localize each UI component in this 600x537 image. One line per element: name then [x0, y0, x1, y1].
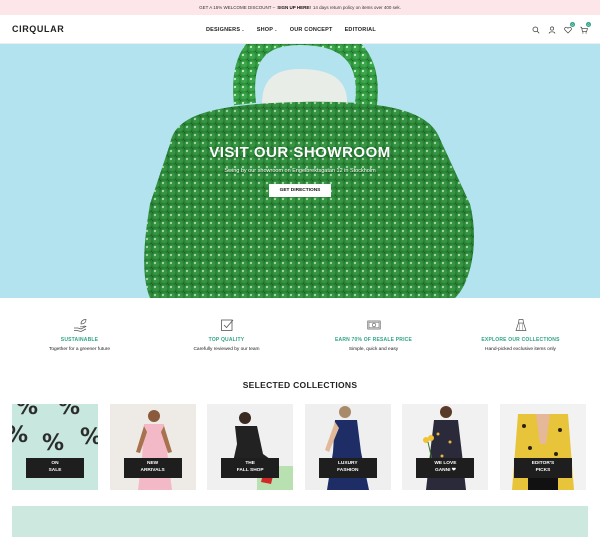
collection-card-sale[interactable]: %% %%% ON SALE [12, 404, 98, 490]
collection-label: NEW ARRIVALS [123, 458, 182, 478]
svg-text:%: % [80, 425, 98, 450]
hero-subtitle: Swing by our showroom on Engelbrektsgata… [224, 168, 376, 174]
nav-label: OUR CONCEPT [289, 26, 333, 33]
nav-item-designers[interactable]: DESIGNERS ⌄ [206, 27, 245, 33]
features-row: SUSTAINABLE Together for a greener futur… [0, 318, 600, 352]
announcement-bar: GET A 15% WELCOME DISCOUNT – SIGN UP HER… [0, 0, 600, 15]
svg-text:%: % [16, 404, 38, 420]
search-icon[interactable] [531, 25, 540, 34]
wishlist-count-badge: 0 [570, 22, 575, 27]
chevron-down-icon: ⌄ [241, 27, 245, 32]
nav-item-editorial[interactable]: EDITORIAL [345, 27, 376, 33]
feature-top-quality: TOP QUALITY Carefully reviewed by our te… [153, 318, 300, 352]
collections-grid: %% %%% ON SALE NEW ARRIVALS THE FALL SHO… [12, 404, 586, 490]
feature-explore: EXPLORE OUR COLLECTIONS Hand-picked excl… [447, 318, 594, 352]
collection-label: THE FALL SHOP [221, 458, 280, 478]
account-icon[interactable] [547, 25, 556, 34]
money-note-icon [366, 320, 381, 330]
header-actions: 0 0 [531, 15, 591, 44]
signup-link[interactable]: SIGN UP HERE! [277, 5, 311, 10]
svg-text:%: % [42, 431, 64, 456]
collection-card-ganni[interactable]: WE LOVE GANNI ❤ [402, 404, 489, 490]
feature-sustainable: SUSTAINABLE Together for a greener futur… [6, 318, 153, 352]
feature-earn: EARN 70% OF RESALE PRICE Simple, quick a… [300, 318, 447, 352]
collection-card-editors-picks[interactable]: EDITOR'S PICKS [499, 404, 586, 490]
collection-label: ON SALE [26, 458, 84, 478]
hand-leaf-icon [73, 319, 87, 332]
collection-label: WE LOVE GANNI ❤ [416, 458, 475, 478]
svg-text:%: % [12, 423, 28, 448]
collections-heading: SELECTED COLLECTIONS [242, 380, 358, 390]
collection-card-fall-shop[interactable]: THE FALL SHOP [207, 404, 294, 490]
chevron-down-icon: ⌄ [274, 27, 278, 32]
feature-title: EXPLORE OUR COLLECTIONS [481, 337, 560, 343]
dress-icon [515, 319, 526, 331]
feature-title: SUSTAINABLE [60, 337, 99, 343]
site-header: CIRQULAR DESIGNERS ⌄ SHOP ⌄ OUR CONCEPT ED… [0, 15, 600, 44]
feature-desc: Hand-picked exclusive items only [485, 347, 556, 352]
nav-label: DESIGNERS [206, 26, 241, 33]
collection-label: EDITOR'S PICKS [513, 458, 572, 478]
get-directions-button[interactable]: GET DIRECTIONS [268, 184, 332, 197]
nav-label: EDITORIAL [344, 26, 376, 33]
feature-title: EARN 70% OF RESALE PRICE [334, 337, 413, 343]
feature-desc: Carefully reviewed by our team [193, 347, 260, 352]
nav-label: SHOP [256, 26, 274, 33]
promo-banner-strip [12, 506, 588, 537]
svg-text:%: % [58, 404, 80, 420]
nav-item-shop[interactable]: SHOP ⌄ [257, 27, 278, 33]
cart-count-badge: 0 [586, 22, 591, 27]
collection-card-luxury[interactable]: LUXURY FASHION [304, 404, 391, 490]
hero-banner: VISIT OUR SHOWROOM Swing by our showroom… [0, 44, 600, 298]
wishlist-icon[interactable]: 0 [563, 22, 575, 34]
cart-icon[interactable]: 0 [579, 22, 591, 34]
collection-card-new-arrivals[interactable]: NEW ARRIVALS [109, 404, 196, 490]
logo[interactable]: CIRQULAR [12, 24, 64, 34]
feature-title: TOP QUALITY [208, 337, 245, 343]
check-box-icon [220, 319, 233, 331]
promo-text: GET A 15% WELCOME DISCOUNT – [199, 5, 276, 10]
returns-text: 14 days return policy on items over 400 … [312, 5, 401, 10]
feature-desc: Together for a greener future [48, 347, 111, 352]
collection-label: LUXURY FASHION [318, 458, 377, 478]
nav-item-our-concept[interactable]: OUR CONCEPT [290, 27, 333, 33]
main-nav: DESIGNERS ⌄ SHOP ⌄ OUR CONCEPT EDITORIAL [206, 15, 376, 44]
hero-title: VISIT OUR SHOWROOM [209, 144, 391, 161]
feature-desc: Simple, quick and easy [348, 347, 399, 352]
hero-text: VISIT OUR SHOWROOM Swing by our showroom… [0, 144, 600, 197]
